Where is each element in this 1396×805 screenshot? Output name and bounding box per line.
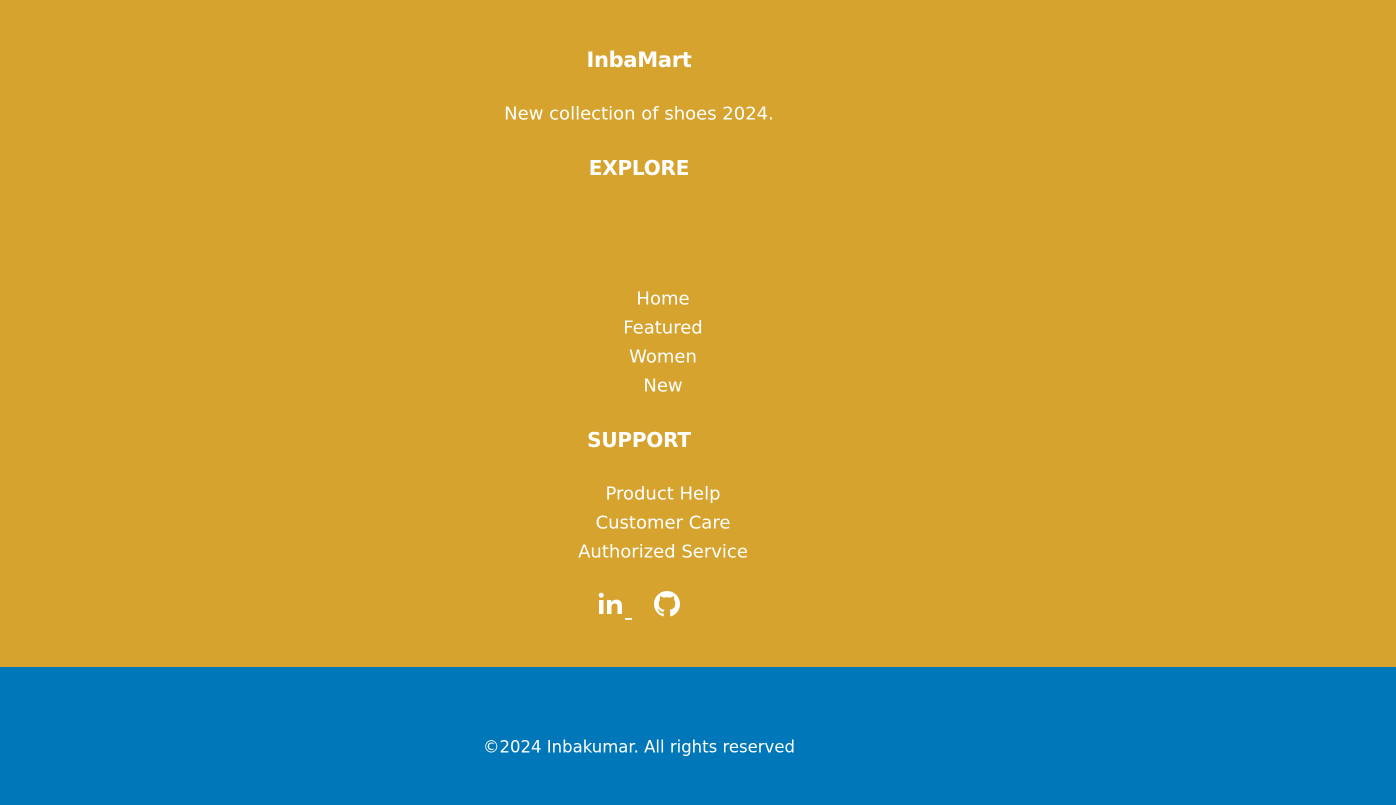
support-link-authorized-service[interactable]: Authorized Service: [578, 542, 748, 563]
support-link-customer-care[interactable]: Customer Care: [596, 513, 731, 534]
explore-link-new[interactable]: New: [643, 376, 682, 397]
explore-link-women[interactable]: Women: [629, 347, 697, 368]
linkedin-icon[interactable]: [598, 591, 634, 621]
explore-heading: EXPLORE: [588, 156, 690, 180]
brand-name: InbaMart: [586, 48, 692, 72]
copyright-text: ©2024 Inbakumar. All rights reserved: [483, 737, 795, 757]
support-heading: SUPPORT: [587, 428, 691, 452]
brand-tagline: New collection of shoes 2024.: [504, 103, 774, 125]
github-icon[interactable]: [654, 591, 680, 617]
explore-link-home[interactable]: Home: [636, 289, 689, 310]
footer-main: InbaMart New collection of shoes 2024. E…: [0, 0, 1396, 667]
copyright-bar: ©2024 Inbakumar. All rights reserved: [0, 667, 1396, 805]
support-link-product-help[interactable]: Product Help: [605, 484, 720, 505]
explore-link-featured[interactable]: Featured: [623, 318, 702, 339]
